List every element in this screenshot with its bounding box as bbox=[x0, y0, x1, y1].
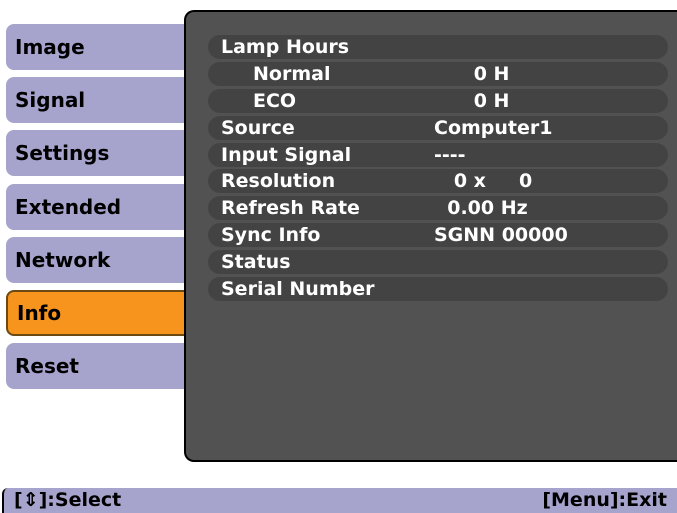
info-value: 0 H bbox=[434, 90, 510, 112]
menu-item-signal[interactable]: Signal bbox=[6, 77, 200, 123]
info-value: Computer1 bbox=[434, 117, 553, 139]
info-row-normal: Normal 0 H bbox=[208, 62, 668, 86]
menu-item-label: Extended bbox=[15, 195, 122, 219]
info-row-resolution: Resolution 0 x 0 bbox=[208, 169, 668, 193]
info-value: 0.00 Hz bbox=[434, 197, 528, 219]
menu-item-label: Signal bbox=[15, 88, 86, 112]
menu-item-extended[interactable]: Extended bbox=[6, 184, 200, 230]
info-row-lamp-hours: Lamp Hours bbox=[208, 35, 668, 59]
menu-item-label: Info bbox=[17, 301, 62, 325]
info-label: Source bbox=[221, 117, 295, 139]
info-row-sync-info: Sync Info SGNN 00000 bbox=[208, 223, 668, 247]
exit-hint: [Menu]:Exit bbox=[542, 489, 667, 511]
info-row-serial-number: Serial Number bbox=[208, 277, 668, 301]
info-value: ---- bbox=[434, 144, 466, 166]
menu-item-image[interactable]: Image bbox=[6, 24, 200, 70]
info-label: Input Signal bbox=[221, 144, 352, 166]
info-label: Normal bbox=[253, 63, 331, 85]
info-label: Refresh Rate bbox=[221, 197, 360, 219]
menu-item-network[interactable]: Network bbox=[6, 237, 200, 283]
info-row-status: Status bbox=[208, 250, 668, 274]
menu-item-label: Network bbox=[15, 248, 111, 272]
info-value: SGNN 00000 bbox=[434, 224, 568, 246]
menu-item-settings[interactable]: Settings bbox=[6, 130, 200, 176]
info-label: Sync Info bbox=[221, 224, 321, 246]
menu-item-reset[interactable]: Reset bbox=[6, 343, 200, 389]
info-row-source: Source Computer1 bbox=[208, 116, 668, 140]
info-value: 0 x 0 bbox=[434, 170, 533, 192]
info-row-input-signal: Input Signal ---- bbox=[208, 143, 668, 167]
help-bar: [⇕]:Select [Menu]:Exit bbox=[2, 488, 677, 513]
info-label: Status bbox=[221, 251, 291, 273]
menu-item-label: Reset bbox=[15, 354, 79, 378]
info-label: Serial Number bbox=[221, 278, 375, 300]
info-row-refresh-rate: Refresh Rate 0.00 Hz bbox=[208, 196, 668, 220]
info-value: 0 H bbox=[434, 63, 510, 85]
info-label: Resolution bbox=[221, 170, 336, 192]
menu-item-label: Image bbox=[15, 35, 85, 59]
menu-item-info[interactable]: Info bbox=[6, 290, 194, 336]
info-label: Lamp Hours bbox=[221, 36, 350, 58]
menu-item-label: Settings bbox=[15, 141, 110, 165]
info-label: ECO bbox=[253, 90, 297, 112]
info-row-eco: ECO 0 H bbox=[208, 89, 668, 113]
select-hint: [⇕]:Select bbox=[14, 489, 122, 511]
